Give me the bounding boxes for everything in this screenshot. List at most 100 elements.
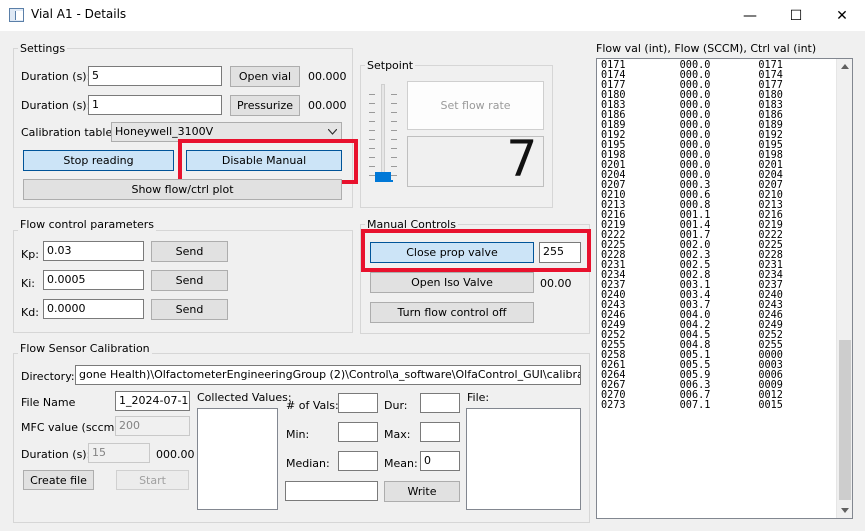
kd-send-button[interactable]: Send <box>151 299 228 320</box>
dur-label: Dur: <box>384 399 408 412</box>
calib-duration-input[interactable]: 15 <box>88 443 150 463</box>
close-prop-valve-button[interactable]: Close prop valve <box>370 242 534 263</box>
start-button[interactable]: Start <box>116 470 189 490</box>
list-item[interactable]: 0201 000.0 0201 <box>597 160 837 171</box>
list-item[interactable]: 0261 005.5 0003 <box>597 360 837 371</box>
num-vals-input[interactable] <box>338 393 378 413</box>
setpoint-slider-track[interactable] <box>381 84 385 182</box>
directory-input[interactable]: gone Health)\OlfactometerEngineeringGrou… <box>75 365 581 385</box>
list-item[interactable]: 0198 000.0 0198 <box>597 150 837 161</box>
kp-label: Kp: <box>21 248 39 261</box>
mean-input[interactable]: 0 <box>420 451 460 471</box>
list-item[interactable]: 0243 003.7 0243 <box>597 300 837 311</box>
flow-list[interactable]: 0171 000.0 0171 0174 000.0 0174 0177 000.0 0177 0… <box>596 58 853 519</box>
list-item[interactable]: 0171 000.0 0171 <box>597 60 837 71</box>
duration1-input[interactable]: 5 <box>88 66 222 86</box>
flow-list-scrollbar[interactable] <box>836 59 852 518</box>
slider-ticks-right <box>391 86 397 180</box>
list-item[interactable]: 0240 003.4 0240 <box>597 290 837 301</box>
max-input[interactable] <box>420 422 460 442</box>
list-item[interactable]: 0252 004.5 0252 <box>597 330 837 341</box>
file-label: File: <box>467 391 490 404</box>
title-bar: Vial A1 - Details — ☐ ✕ <box>0 0 865 31</box>
file-content-box[interactable] <box>466 408 581 510</box>
list-item[interactable]: 0207 000.3 0207 <box>597 180 837 191</box>
min-input[interactable] <box>338 422 378 442</box>
list-item[interactable]: 0228 002.3 0228 <box>597 250 837 261</box>
list-item[interactable]: 0222 001.7 0222 <box>597 230 837 241</box>
kp-send-button[interactable]: Send <box>151 241 228 262</box>
list-item[interactable]: 0249 004.2 0249 <box>597 320 837 331</box>
median-label: Median: <box>286 457 330 470</box>
list-item[interactable]: 0255 004.8 0255 <box>597 340 837 351</box>
lcd-value: 7 <box>506 130 537 188</box>
ki-input[interactable]: 0.0005 <box>43 270 144 290</box>
list-item[interactable]: 0270 006.7 0012 <box>597 390 837 401</box>
list-item[interactable]: 0216 001.1 0216 <box>597 210 837 221</box>
median-input[interactable] <box>338 451 378 471</box>
list-item[interactable]: 0210 000.6 0210 <box>597 190 837 201</box>
num-vals-label: # of Vals: <box>286 399 339 412</box>
write-button[interactable]: Write <box>384 481 460 502</box>
open-vial-button[interactable]: Open vial <box>230 66 300 87</box>
kd-input[interactable]: 0.0000 <box>43 299 144 319</box>
file-name-input[interactable]: 1_2024-07-12 <box>115 391 190 411</box>
stop-reading-button[interactable]: Stop reading <box>23 150 174 171</box>
duration2-input[interactable]: 1 <box>88 95 222 115</box>
kd-label: Kd: <box>21 306 39 319</box>
scroll-down-icon[interactable] <box>841 508 849 513</box>
minimize-button[interactable]: — <box>727 0 773 31</box>
list-item[interactable]: 0186 000.0 0186 <box>597 110 837 121</box>
list-item[interactable]: 0192 000.0 0192 <box>597 130 837 141</box>
kp-input[interactable]: 0.03 <box>43 241 144 261</box>
ki-send-button[interactable]: Send <box>151 270 228 291</box>
max-label: Max: <box>384 428 411 441</box>
list-item[interactable]: 0189 000.0 0189 <box>597 120 837 131</box>
list-item[interactable]: 0183 000.0 0183 <box>597 100 837 111</box>
list-item[interactable]: 0234 002.8 0234 <box>597 270 837 281</box>
list-item[interactable]: 0180 000.0 0180 <box>597 90 837 101</box>
min-label: Min: <box>286 428 310 441</box>
settings-group-label: Settings <box>18 42 68 55</box>
close-button[interactable]: ✕ <box>819 0 865 31</box>
scroll-up-icon[interactable] <box>841 64 849 69</box>
list-item[interactable]: 0231 002.5 0231 <box>597 260 837 271</box>
mfc-value-label: MFC value (sccm): <box>21 421 123 434</box>
list-item[interactable]: 0246 004.0 0246 <box>597 310 837 321</box>
maximize-button[interactable]: ☐ <box>773 0 819 31</box>
list-item[interactable]: 0213 000.8 0213 <box>597 200 837 211</box>
set-flow-rate-button[interactable]: Set flow rate <box>407 81 544 130</box>
slider-ticks-left <box>369 86 375 180</box>
list-item[interactable]: 0237 003.1 0237 <box>597 280 837 291</box>
scrollbar-thumb[interactable] <box>839 340 851 500</box>
chevron-down-icon <box>328 129 337 135</box>
collected-values-label: Collected Values: <box>197 391 292 404</box>
list-item[interactable]: 0174 000.0 0174 <box>597 70 837 81</box>
list-item[interactable]: 0273 007.1 0015 <box>597 400 837 411</box>
list-item[interactable]: 0264 005.9 0006 <box>597 370 837 381</box>
pressurize-button[interactable]: Pressurize <box>230 95 300 116</box>
prop-valve-input[interactable]: 255 <box>539 242 581 263</box>
collected-values-list[interactable] <box>197 408 278 510</box>
show-plot-button[interactable]: Show flow/ctrl plot <box>23 179 342 200</box>
create-file-button[interactable]: Create file <box>23 470 94 490</box>
mfc-value-input[interactable]: 200 <box>115 416 190 436</box>
list-item[interactable]: 0177 000.0 0177 <box>597 80 837 91</box>
write-input[interactable] <box>285 481 378 501</box>
flow-list-header: Flow val (int), Flow (SCCM), Ctrl val (i… <box>596 42 817 55</box>
list-item[interactable]: 0219 001.4 0219 <box>597 220 837 231</box>
list-item[interactable]: 0225 002.0 0225 <box>597 240 837 251</box>
duration1-label: Duration (s): <box>21 70 91 83</box>
dur-input[interactable] <box>420 393 460 413</box>
list-item[interactable]: 0195 000.0 0195 <box>597 140 837 151</box>
pressurize-readout: 00.000 <box>308 99 347 112</box>
list-item[interactable]: 0258 005.1 0000 <box>597 350 837 361</box>
setpoint-group-label: Setpoint <box>365 59 416 72</box>
disable-manual-button[interactable]: Disable Manual <box>186 150 342 171</box>
flow-control-group-label: Flow control parameters <box>18 218 157 231</box>
open-iso-valve-button[interactable]: Open Iso Valve <box>370 272 534 293</box>
list-item[interactable]: 0204 000.0 0204 <box>597 170 837 181</box>
list-item[interactable]: 0267 006.3 0009 <box>597 380 837 391</box>
ki-label: Ki: <box>21 277 35 290</box>
turn-flow-control-off-button[interactable]: Turn flow control off <box>370 302 534 323</box>
